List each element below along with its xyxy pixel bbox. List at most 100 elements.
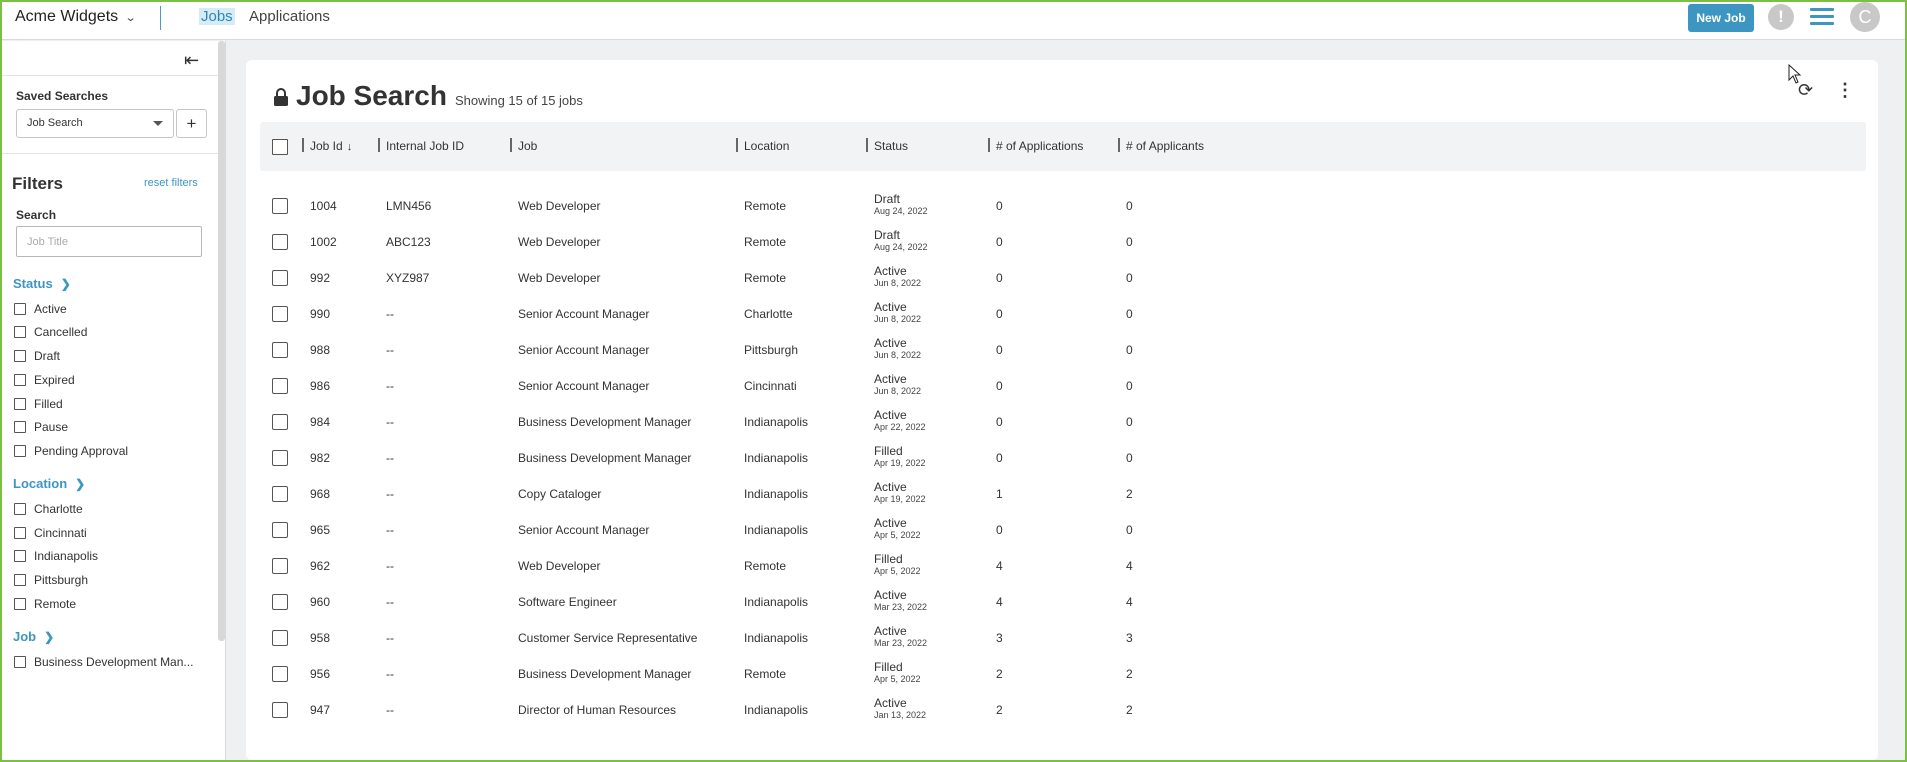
row-checkbox[interactable]	[272, 198, 288, 214]
hamburger-menu-icon[interactable]	[1810, 8, 1834, 26]
reset-filters-link[interactable]: reset filters	[144, 177, 198, 189]
column-header-status[interactable]: Status	[874, 139, 908, 153]
job-filter-toggle[interactable]: Job ❯	[13, 629, 54, 644]
row-checkbox[interactable]	[272, 630, 288, 646]
alert-icon[interactable]: !	[1768, 4, 1794, 30]
table-row[interactable]: 1004 LMN456 Web Developer Remote 0 0 Draft Aug …	[260, 187, 1866, 223]
status-filter-active[interactable]: Active	[14, 302, 67, 316]
column-header-internal-job-id[interactable]: Internal Job ID	[386, 139, 464, 153]
row-checkbox[interactable]	[272, 594, 288, 610]
row-checkbox[interactable]	[272, 522, 288, 538]
table-row[interactable]: 982 -- Business Development Manager Indiana…	[260, 439, 1866, 475]
table-row[interactable]: 984 -- Business Development Manager Indiana…	[260, 403, 1866, 439]
job-title-search-input[interactable]	[16, 226, 202, 257]
table-row[interactable]: 992 XYZ987 Web Developer Remote 0 0 Active Jun …	[260, 259, 1866, 295]
row-checkbox[interactable]	[272, 342, 288, 358]
select-all-checkbox[interactable]	[272, 139, 288, 155]
checkbox[interactable]	[14, 398, 26, 410]
table-row[interactable]: 1002 ABC123 Web Developer Remote 0 0 Draft Aug …	[260, 223, 1866, 259]
sidebar-scrollbar[interactable]	[218, 41, 225, 641]
checkbox[interactable]	[14, 374, 26, 386]
cell-applications: 2	[996, 667, 1003, 681]
location-filter-pittsburgh[interactable]: Pittsburgh	[14, 573, 88, 587]
checkbox[interactable]	[14, 326, 26, 338]
cell-internal-job-id: XYZ987	[386, 271, 430, 285]
checkbox[interactable]	[14, 421, 26, 433]
saved-search-select[interactable]: Job Search	[16, 109, 174, 138]
cell-status-date: Mar 23, 2022	[874, 602, 928, 612]
location-filter-remote[interactable]: Remote	[14, 597, 76, 611]
cell-applicants: 4	[1126, 595, 1133, 609]
job-filter-business-development-manager[interactable]: Business Development Man...	[14, 655, 193, 669]
checkbox[interactable]	[14, 527, 26, 539]
column-header-job-id[interactable]: Job Id ↓	[310, 139, 352, 153]
table-row[interactable]: 947 -- Director of Human Resources Indianap…	[260, 691, 1866, 727]
new-job-button[interactable]: New Job	[1688, 4, 1754, 32]
cell-status-date: Apr 5, 2022	[874, 530, 921, 540]
cell-applications: 1	[996, 487, 1003, 501]
column-resize-handle[interactable]	[510, 138, 512, 152]
location-filter-toggle[interactable]: Location ❯	[13, 476, 85, 491]
column-header-location[interactable]: Location	[744, 139, 789, 153]
checkbox[interactable]	[14, 445, 26, 457]
cell-status: Active	[874, 372, 907, 386]
checkbox[interactable]	[14, 303, 26, 315]
cell-job-title: Senior Account Manager	[518, 343, 650, 357]
table-row[interactable]: 968 -- Copy Cataloger Indianapolis 1 2 Active A…	[260, 475, 1866, 511]
row-checkbox[interactable]	[272, 234, 288, 250]
column-resize-handle[interactable]	[302, 138, 304, 152]
cell-job-title: Software Engineer	[518, 595, 617, 609]
row-checkbox[interactable]	[272, 270, 288, 286]
location-filter-indianapolis[interactable]: Indianapolis	[14, 549, 98, 563]
location-filter-charlotte[interactable]: Charlotte	[14, 502, 83, 516]
row-checkbox[interactable]	[272, 702, 288, 718]
checkbox[interactable]	[14, 550, 26, 562]
column-header-job[interactable]: Job	[518, 139, 537, 153]
location-filter-cincinnati[interactable]: Cincinnati	[14, 526, 87, 540]
column-resize-handle[interactable]	[866, 138, 868, 152]
row-checkbox[interactable]	[272, 486, 288, 502]
status-filter-filled[interactable]: Filled	[14, 397, 63, 411]
table-row[interactable]: 988 -- Senior Account Manager Pittsburgh 0 0 A…	[260, 331, 1866, 367]
row-checkbox[interactable]	[272, 414, 288, 430]
checkbox[interactable]	[14, 574, 26, 586]
table-row[interactable]: 960 -- Software Engineer Indianapolis 4 4 Acti…	[260, 583, 1866, 619]
column-resize-handle[interactable]	[1118, 138, 1120, 152]
tab-jobs[interactable]: Jobs	[199, 8, 235, 25]
status-filter-cancelled[interactable]: Cancelled	[14, 325, 87, 339]
table-row[interactable]: 990 -- Senior Account Manager Charlotte 0 0 Ac…	[260, 295, 1866, 331]
table-row[interactable]: 986 -- Senior Account Manager Cincinnati 0 0 A…	[260, 367, 1866, 403]
column-resize-handle[interactable]	[736, 138, 738, 152]
table-row[interactable]: 962 -- Web Developer Remote 4 4 Filled Apr 5, 2…	[260, 547, 1866, 583]
column-resize-handle[interactable]	[988, 138, 990, 152]
row-checkbox[interactable]	[272, 666, 288, 682]
row-checkbox[interactable]	[272, 306, 288, 322]
column-resize-handle[interactable]	[378, 138, 380, 152]
add-saved-search-button[interactable]: +	[176, 109, 207, 138]
status-filter-pending-approval[interactable]: Pending Approval	[14, 444, 128, 458]
company-switcher[interactable]: Acme Widgets ⌄	[15, 8, 137, 26]
cell-job-title: Director of Human Resources	[518, 703, 677, 717]
cell-applications: 0	[996, 379, 1003, 393]
collapse-sidebar-icon[interactable]: ⇤	[184, 50, 199, 71]
table-row[interactable]: 965 -- Senior Account Manager Indianapolis 0…	[260, 511, 1866, 547]
checkbox[interactable]	[14, 598, 26, 610]
row-checkbox[interactable]	[272, 450, 288, 466]
cell-job-id: 968	[310, 487, 331, 501]
status-filter-draft[interactable]: Draft	[14, 349, 60, 363]
table-row[interactable]: 958 -- Customer Service Representative Indi…	[260, 619, 1866, 655]
tab-applications[interactable]: Applications	[249, 8, 330, 25]
status-filter-toggle[interactable]: Status ❯	[13, 276, 71, 291]
status-filter-expired[interactable]: Expired	[14, 373, 75, 387]
more-vertical-icon[interactable]: ⋮	[1836, 80, 1854, 101]
status-filter-pause[interactable]: Pause	[14, 420, 68, 434]
avatar[interactable]: C	[1850, 2, 1880, 32]
column-header-applications[interactable]: # of Applications	[996, 139, 1083, 153]
row-checkbox[interactable]	[272, 558, 288, 574]
checkbox[interactable]	[14, 503, 26, 515]
row-checkbox[interactable]	[272, 378, 288, 394]
column-header-applicants[interactable]: # of Applicants	[1126, 139, 1204, 153]
checkbox[interactable]	[14, 350, 26, 362]
checkbox[interactable]	[14, 656, 26, 668]
table-row[interactable]: 956 -- Business Development Manager Remote 2…	[260, 655, 1866, 691]
